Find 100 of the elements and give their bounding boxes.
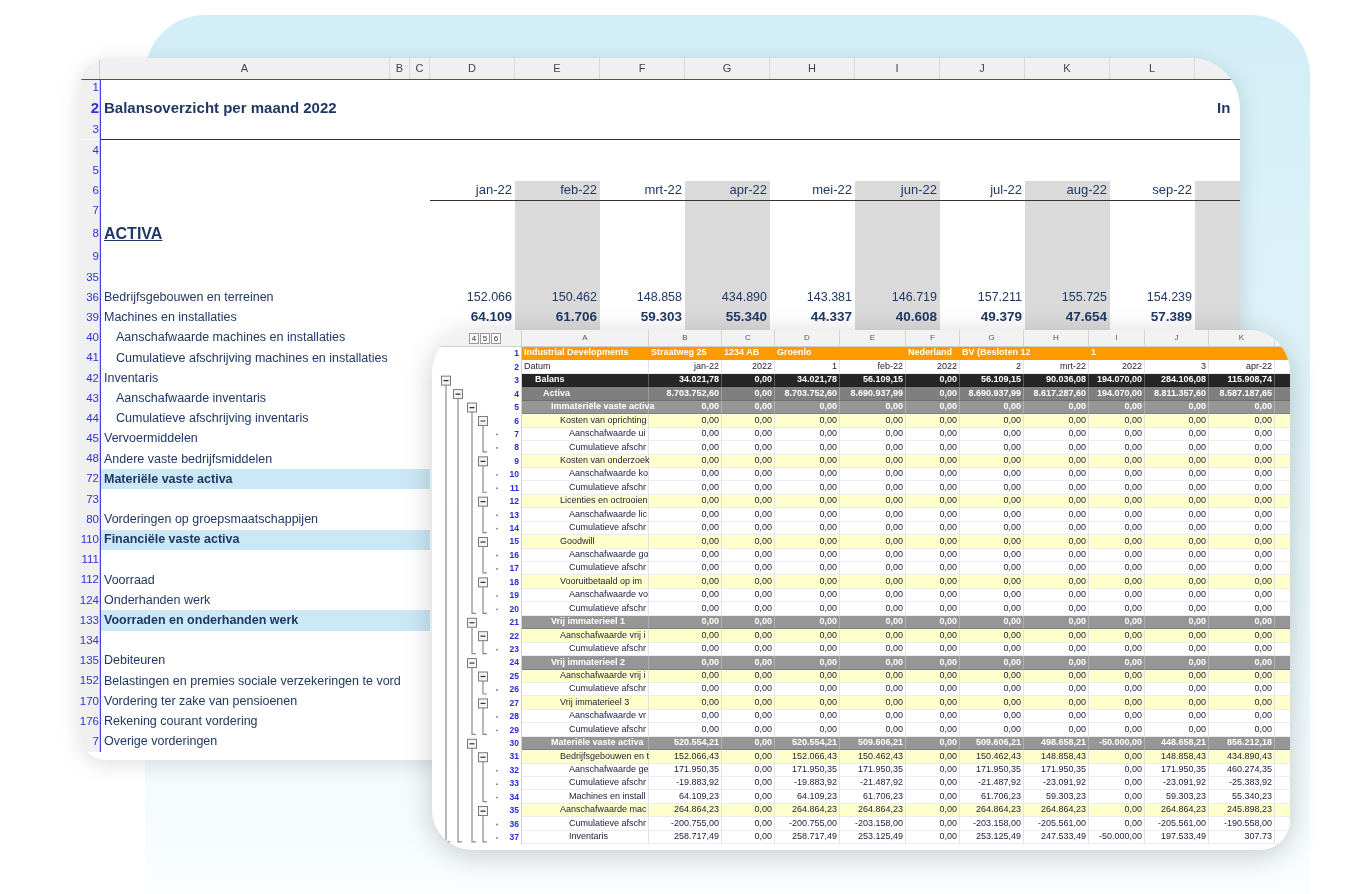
column-header[interactable]: C	[415, 60, 424, 77]
row-number[interactable]: 33	[509, 777, 519, 791]
row-number[interactable]: 31	[509, 750, 519, 764]
column-header[interactable]: G	[722, 60, 732, 77]
row-number[interactable]: 37	[509, 831, 519, 844]
row-number[interactable]: 26	[509, 683, 519, 697]
row-number[interactable]: 110	[80, 531, 99, 549]
collapse-button[interactable]	[478, 806, 488, 817]
row-number[interactable]: 5	[514, 401, 519, 414]
row-number[interactable]: 16	[509, 548, 519, 562]
row-number[interactable]: 21	[509, 616, 519, 629]
table-cell: 34.021,78	[796, 373, 837, 387]
row-number[interactable]: 176	[80, 712, 99, 730]
column-header[interactable]: A	[582, 332, 588, 344]
column-header[interactable]: E	[869, 332, 876, 344]
row-number[interactable]: 13	[509, 508, 519, 522]
column-header[interactable]: B	[395, 60, 404, 77]
row-number[interactable]: 10	[509, 468, 519, 482]
row-number[interactable]: 24	[509, 656, 519, 670]
collapse-button[interactable]	[478, 698, 488, 709]
table-cell: 0,00	[819, 467, 837, 481]
column-header[interactable]: E	[553, 60, 561, 77]
table-cell-text: 150.462	[551, 289, 597, 307]
column-header[interactable]: K	[1063, 60, 1071, 77]
collapse-button[interactable]	[478, 631, 488, 642]
row-number[interactable]: 112	[80, 571, 99, 589]
collapse-button[interactable]	[441, 375, 451, 386]
row-number[interactable]: 15	[509, 535, 519, 549]
row-number[interactable]: 3	[514, 374, 519, 387]
row-number[interactable]: 152	[80, 672, 99, 690]
outline-level-button[interactable]: 4	[469, 332, 479, 344]
column-header[interactable]: C	[745, 332, 751, 344]
collapse-button[interactable]	[467, 738, 477, 749]
collapse-button[interactable]	[467, 617, 477, 628]
row-number[interactable]: 111	[81, 551, 99, 569]
column-header[interactable]: B	[682, 332, 688, 344]
row-number[interactable]: 30	[509, 737, 519, 750]
column-header[interactable]: H	[1053, 332, 1059, 344]
row-number[interactable]: 14	[509, 522, 519, 535]
table-cell: 0,00	[754, 548, 772, 562]
table-cell-text: 0,00	[754, 655, 772, 669]
row-number[interactable]: 6	[514, 414, 519, 428]
row-number[interactable]: 135	[80, 652, 99, 670]
row-number[interactable]: 11	[510, 481, 519, 495]
collapse-button[interactable]	[478, 496, 488, 507]
row-number[interactable]: 9	[514, 454, 519, 468]
table-cell: 0,00	[885, 427, 903, 441]
collapse-button[interactable]	[478, 671, 488, 682]
column-header[interactable]: L	[1148, 60, 1156, 77]
row-number[interactable]: 25	[509, 669, 519, 683]
row-number[interactable]: 27	[509, 696, 519, 710]
table-cell: 0,00	[939, 400, 957, 414]
row-number[interactable]: 4	[514, 387, 519, 401]
row-number[interactable]: 18	[509, 575, 519, 589]
column-header[interactable]: A	[240, 60, 249, 77]
column-header[interactable]: J	[979, 60, 985, 77]
column-header[interactable]: J	[1174, 332, 1179, 344]
outline-bracket-line	[482, 465, 488, 493]
column-header[interactable]: D	[468, 60, 476, 77]
row-number[interactable]: 36	[509, 817, 519, 831]
row-number[interactable]: 133	[80, 611, 99, 630]
column-header[interactable]: H	[808, 60, 816, 77]
column-header[interactable]: G	[988, 332, 995, 344]
column-header[interactable]: I	[1115, 332, 1118, 344]
row-number[interactable]: 134	[80, 631, 99, 650]
collapse-button[interactable]	[453, 389, 463, 400]
column-header[interactable]: F	[638, 60, 646, 77]
row-number[interactable]: 12	[509, 495, 519, 508]
table-cell: 0,00	[939, 830, 957, 844]
row-number[interactable]: 28	[509, 710, 519, 723]
row-number[interactable]: 35	[509, 804, 519, 817]
row-number[interactable]: 2	[514, 360, 519, 374]
row-label: Vrij immaterieel 2	[551, 655, 626, 669]
collapse-button[interactable]	[478, 577, 488, 588]
row-number[interactable]: 7	[514, 427, 519, 441]
row-number[interactable]: 22	[509, 629, 519, 643]
column-header[interactable]: D	[804, 332, 810, 344]
outline-level-button[interactable]: 6	[491, 332, 501, 344]
row-number[interactable]: 23	[509, 642, 519, 656]
row-label: Debiteuren	[104, 652, 166, 670]
row-number[interactable]: 34	[509, 790, 519, 804]
row-number[interactable]: 20	[509, 602, 519, 616]
outline-dot-icon	[496, 716, 498, 718]
outline-level-button[interactable]: 5	[480, 332, 490, 344]
row-number[interactable]: 17	[509, 562, 519, 576]
collapse-button[interactable]	[478, 456, 488, 467]
table-cell: -23.091,92	[1162, 776, 1206, 790]
row-number[interactable]: 170	[80, 692, 99, 710]
column-header[interactable]: F	[930, 332, 935, 344]
collapse-button[interactable]	[467, 402, 477, 413]
row-number[interactable]: 1	[514, 347, 519, 361]
collapse-button[interactable]	[478, 752, 488, 763]
row-number[interactable]: 19	[509, 589, 519, 602]
column-header[interactable]: K	[1238, 332, 1245, 344]
row-number[interactable]: 32	[509, 763, 519, 777]
row-number[interactable]: 29	[509, 723, 519, 737]
row-number[interactable]: 8	[514, 441, 519, 455]
table-cell: 0,00	[701, 709, 719, 723]
table-cell-text: 0,00	[754, 413, 772, 427]
row-number[interactable]: 124	[80, 591, 99, 609]
